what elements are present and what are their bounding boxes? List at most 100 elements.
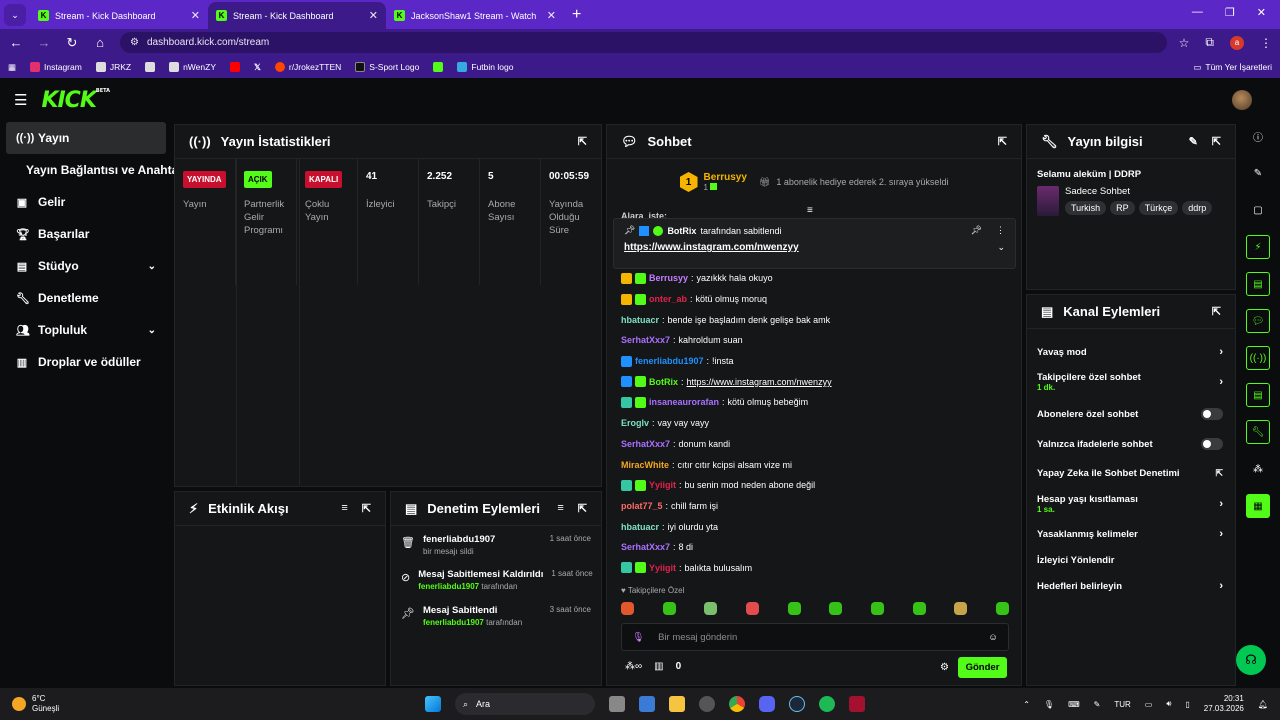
expand-icon[interactable]: ⇱ (362, 502, 371, 515)
sidebar-item-drops[interactable]: ▥ Droplar ve ödüller (0, 346, 172, 378)
action-subscribers-only[interactable]: Abonelere özel sohbet (1027, 399, 1235, 429)
chat-username[interactable]: SerhatXxx7 (621, 439, 670, 449)
chat-username[interactable]: SerhatXxx7 (621, 542, 670, 552)
sidebar-item-community[interactable]: 👥︎ Topluluk ⌄ (0, 314, 172, 346)
task-view-icon[interactable] (609, 696, 625, 712)
chat-username[interactable]: hbatuacr (621, 522, 659, 532)
bookmark-item[interactable] (145, 62, 156, 72)
chat-username[interactable]: hbatuacr (621, 315, 659, 325)
emote-icon[interactable] (787, 602, 801, 615)
expand-icon[interactable]: ⇱ (1212, 135, 1221, 148)
channel-actions-icon[interactable]: ▤ (1246, 383, 1270, 407)
edit-icon[interactable]: ✎ (1189, 135, 1198, 148)
lightning-icon[interactable]: ⚡︎ (1246, 235, 1270, 259)
reload-icon[interactable]: ↻ (64, 35, 80, 51)
taskbar-search[interactable]: ⌕ Ara (455, 693, 595, 715)
close-tab-icon[interactable]: ✕ (191, 9, 200, 22)
expand-icon[interactable]: ⇱ (1212, 305, 1221, 318)
tab-search-button[interactable]: ⌄ (4, 4, 26, 26)
close-tab-icon[interactable]: ✕ (369, 9, 378, 22)
emote-icon[interactable] (662, 602, 676, 615)
sidebar-item-moderation[interactable]: 🔧︎ Denetleme (0, 282, 172, 314)
bookmark-item[interactable]: Futbin logo (457, 62, 513, 72)
chevron-down-icon[interactable]: ⌄ (997, 242, 1005, 253)
wrench-icon[interactable]: 🔧︎ (1246, 420, 1270, 444)
subscribers-only-toggle[interactable] (1201, 408, 1223, 420)
expand-icon[interactable]: ⇱ (578, 135, 587, 148)
bookmark-item[interactable]: JRKZ (95, 62, 131, 72)
action-goals[interactable]: Hedefleri belirleyin › (1027, 573, 1235, 599)
points-icon[interactable]: ⁂∞ (625, 661, 642, 672)
forward-icon[interactable]: → (36, 35, 52, 50)
all-bookmarks[interactable]: ▭ Tüm Yer İşaretleri (1193, 62, 1272, 73)
edit-icon[interactable]: ✎ (1246, 161, 1270, 185)
expand-icon[interactable]: ⇱ (578, 502, 587, 515)
extensions-icon[interactable]: ⧉ (1205, 35, 1214, 50)
home-icon[interactable]: ⌂ (92, 35, 108, 50)
clock[interactable]: 20:31 27.03.2026 (1204, 694, 1244, 714)
action-raid[interactable]: İzleyici Yönlendir (1027, 547, 1235, 573)
weather-widget[interactable]: 6°C Güneşli (12, 694, 59, 714)
chat-username[interactable]: onter_ab (649, 294, 687, 304)
action-emote-only[interactable]: Yalnızca ifadelerle sohbet (1027, 429, 1235, 459)
expand-icon[interactable]: ⇱ (998, 135, 1007, 148)
filter-icon[interactable]: ≡ (557, 502, 563, 515)
emoji-icon[interactable]: ☺ (988, 632, 998, 643)
info-icon[interactable]: ⓘ (1246, 124, 1270, 148)
url-field[interactable]: ⚙ dashboard.kick.com/stream (120, 32, 1167, 53)
bookmark-star-icon[interactable]: ☆ (1179, 36, 1190, 50)
send-button[interactable]: Gönder (958, 657, 1007, 678)
chat-input[interactable]: 🎙︎ Bir mesaj gönderin ☺ (621, 623, 1009, 651)
app-icon[interactable] (699, 696, 715, 712)
chevron-up-icon[interactable]: ⌃ (1023, 700, 1030, 709)
support-button[interactable]: ☊ (1236, 645, 1266, 675)
site-info-icon[interactable]: ⚙ (130, 37, 139, 48)
emote-icon[interactable] (995, 602, 1009, 615)
sidebar-item-achievements[interactable]: 🏆︎ Başarılar (0, 218, 172, 250)
chat-username[interactable]: insaneaurorafan (649, 397, 719, 407)
pen-icon[interactable]: ✎ (1094, 700, 1101, 709)
store-icon[interactable]: ▥ (654, 661, 663, 672)
chat-username[interactable]: BotRix (649, 377, 678, 387)
minimize-icon[interactable]: — (1192, 6, 1203, 19)
chat-settings-icon[interactable]: ⚙ (940, 662, 949, 673)
spotify-icon[interactable] (819, 696, 835, 712)
pinned-link[interactable]: https://www.instagram.com/nwenzyy (624, 242, 799, 253)
add-widget-icon[interactable]: ▦ (1246, 494, 1270, 518)
bookmark-item[interactable]: nWenZY (169, 62, 216, 72)
profile-avatar[interactable]: a (1230, 35, 1244, 50)
battery-icon[interactable]: ▯ (1185, 700, 1189, 709)
community-icon[interactable]: ⁂ (1246, 457, 1270, 481)
adobe-icon[interactable] (849, 696, 865, 712)
document-icon[interactable]: ▤ (1246, 272, 1270, 296)
sidebar-item-stream-key[interactable]: Yayın Bağlantısı ve Anahtarı (0, 154, 186, 186)
windows-start-icon[interactable] (425, 696, 441, 712)
store-icon[interactable] (639, 696, 655, 712)
keyboard-icon[interactable]: ⌨ (1068, 700, 1080, 709)
chat-username[interactable]: Yyiigit (649, 480, 676, 490)
sidebar-item-revenue[interactable]: ▣ Gelir (0, 186, 172, 218)
action-account-age[interactable]: Hesap yaşı kısıtlaması 1 sa. › (1027, 487, 1235, 521)
action-ai-moderation[interactable]: Yapay Zeka ile Sohbet Denetimi ⇱ (1027, 459, 1235, 487)
hamburger-menu-icon[interactable]: ☰ (14, 91, 27, 109)
bookmark-item[interactable]: Instagram (30, 62, 82, 72)
microphone-icon[interactable]: 🎙︎ (1044, 700, 1054, 709)
emote-icon[interactable] (621, 602, 634, 615)
volume-icon[interactable]: 🔊︎ (1166, 699, 1171, 709)
unpin-button[interactable]: 📌︎ (971, 225, 982, 236)
file-explorer-icon[interactable] (669, 696, 685, 712)
discord-icon[interactable] (759, 696, 775, 712)
browser-tab[interactable]: K JacksonShaw1 Stream - Watch ✕ (386, 2, 564, 29)
chat-username[interactable]: Eroglv (621, 418, 649, 428)
emote-icon[interactable] (954, 602, 968, 615)
broadcast-icon[interactable]: ((·)) (1246, 346, 1270, 370)
sidebar-item-stream[interactable]: ((·)) Yayın (6, 122, 166, 154)
emote-icon[interactable] (870, 602, 884, 615)
more-options-icon[interactable]: ⋮ (996, 225, 1005, 236)
chat-message-link[interactable]: https://www.instagram.com/nwenzyy (687, 377, 832, 387)
new-tab-button[interactable]: + (572, 6, 581, 24)
browser-tab-active[interactable]: K Stream - Kick Dashboard ✕ (208, 2, 386, 29)
bookmark-item[interactable] (230, 62, 240, 72)
close-window-icon[interactable]: ✕ (1257, 6, 1266, 19)
screen-capture-icon[interactable]: ▢ (1246, 198, 1270, 222)
